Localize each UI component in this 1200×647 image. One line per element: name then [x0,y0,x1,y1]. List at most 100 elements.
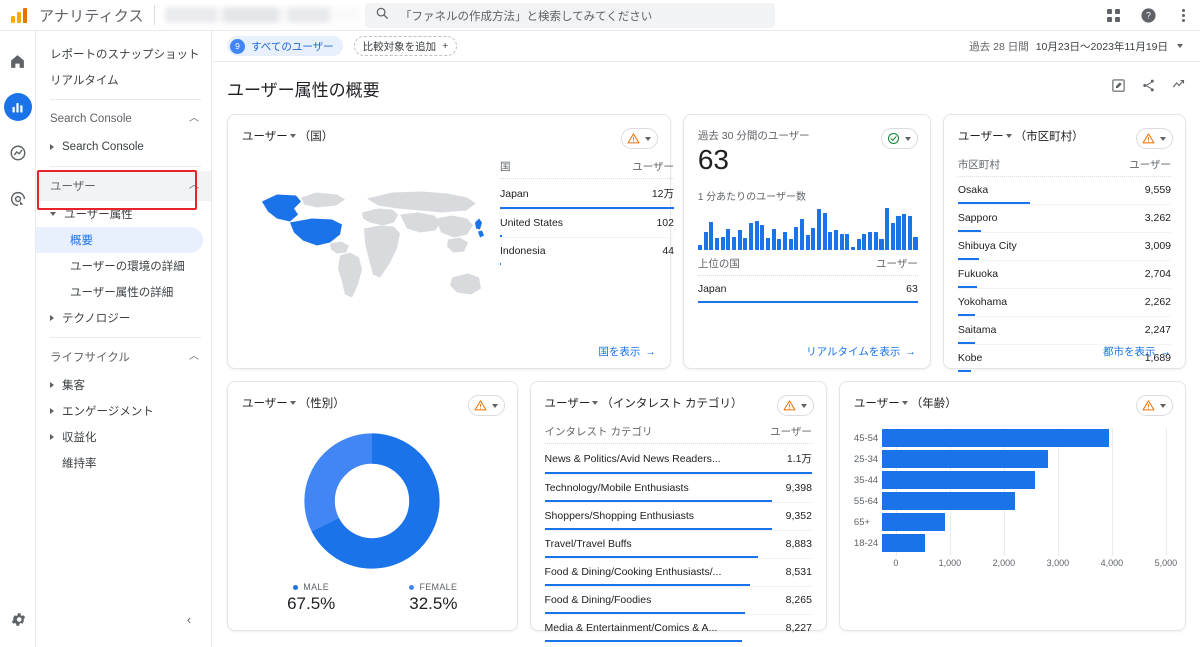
home-icon[interactable] [4,47,32,75]
insights-icon[interactable] [1171,78,1186,98]
legend-color-swatch [293,584,299,590]
sidebar-item-retention[interactable]: 維持率 [36,450,211,476]
advertising-icon[interactable] [4,185,32,213]
card-title: ユーザー （年齢） [854,395,957,411]
table-header: 上位の国 ユーザー [697,256,918,277]
chevron-right-icon [50,434,54,440]
data-quality-badge[interactable] [880,128,918,149]
age-bar-row[interactable]: 55-64 [840,491,1185,511]
sidebar-item-user-demographics[interactable]: ユーザー属性 [36,201,211,227]
age-category-label: 25-34 [853,453,879,465]
sidebar-section-user[interactable]: ユーザー ︿ [36,171,211,201]
metric-selector[interactable]: ユーザー [958,131,1004,143]
table-row[interactable]: News & Politics/Avid News Readers... 1.1万 [544,444,812,475]
sparkline-bar [771,229,776,251]
table-row[interactable]: Food & Dining/Foodies 8,265 [544,587,812,615]
axis-tick-label: 2,000 [992,558,1016,568]
brand-title: アナリティクス [39,7,144,25]
table-row[interactable]: Japan 12万 [500,179,674,210]
row-bar [957,258,980,260]
data-quality-badge[interactable] [776,395,814,416]
table-row[interactable]: Osaka 9,559 [957,177,1171,205]
table-row[interactable]: Shibuya City 3,009 [957,233,1171,261]
explore-icon[interactable] [4,139,32,167]
age-bar-row[interactable]: 25-34 [840,449,1185,469]
table-row[interactable]: Indonesia 44 [500,238,674,265]
sidebar-item-acquisition[interactable]: 集客 [36,372,211,398]
sparkline-bar [760,225,765,251]
data-quality-badge[interactable] [620,128,658,149]
age-bar-row[interactable]: 45-54 [840,428,1185,448]
axis-tick-label: 4,000 [1100,558,1124,568]
help-icon[interactable]: ? [1137,5,1159,27]
sparkline-bar [845,234,850,251]
sidebar-item-monetization[interactable]: 収益化 [36,424,211,450]
search-bar[interactable]: 「ファネルの作成方法」と検索してみてください [365,3,775,28]
account-property-selector[interactable] [164,7,361,23]
apps-grid-icon[interactable] [1102,5,1124,27]
all-users-chip[interactable]: 9 すべてのユーザー [227,36,343,56]
customize-report-icon[interactable] [1111,78,1126,98]
age-bar-row[interactable]: 18-24 [840,533,1185,553]
top-bar-actions: ? [1102,0,1194,31]
metric-selector[interactable]: ユーザー [242,398,288,410]
table-row[interactable]: United States 102 [500,210,674,238]
dimension-label: （市区町村） [1014,131,1084,143]
data-quality-badge[interactable] [1136,128,1173,149]
table-row[interactable]: Travel/Travel Buffs 8,883 [544,531,812,559]
reports-icon[interactable] [3,93,32,121]
table-row[interactable]: Saitama 2,247 [957,317,1171,345]
add-comparison-button[interactable]: 比較対象を追加 + [353,36,458,56]
sidebar-section-label: ライフサイクル [50,352,130,364]
sidebar-item-technology[interactable]: テクノロジー [36,305,211,331]
collapse-sidebar-button[interactable]: ‹ [177,607,201,631]
sidebar-item-user-environment-detail[interactable]: ユーザーの環境の詳細 [36,253,211,279]
table-row[interactable]: Fukuoka 2,704 [957,261,1171,289]
sidebar-item-overview[interactable]: 概要 [36,227,203,253]
table-row[interactable]: Technology/Mobile Enthusiasts 9,398 [544,475,812,503]
age-bar-chart[interactable]: 45-54 25-34 35-44 55-64 65+ 18-24 [840,428,1185,556]
metric-selector[interactable]: ユーザー [545,398,591,410]
age-bar-row[interactable]: 35-44 [840,470,1185,490]
card-header: ユーザー （性別） [228,382,517,416]
table-row[interactable]: Media & Entertainment/Comics & A... 8,227 [544,615,812,642]
data-quality-badge[interactable] [467,395,505,416]
date-range-picker[interactable]: 過去 28 日間 10月23日〜2023年11月19日 [969,39,1186,54]
row-label: Fukuoka [957,268,999,280]
sidebar-item-label: 概要 [70,235,93,247]
sidebar-item-label: 集客 [62,380,85,392]
table-row[interactable]: Sapporo 3,262 [957,205,1171,233]
chevron-right-icon [50,408,54,414]
sidebar-section-search-console[interactable]: Search Console ︿ [36,104,211,134]
age-bar-row[interactable]: 65+ [840,512,1185,532]
chevron-down-icon [1005,134,1012,139]
metric-selector[interactable]: ユーザー [242,131,288,143]
gear-icon[interactable] [4,605,32,633]
more-vert-icon[interactable] [1172,5,1194,27]
sparkline-bar [737,230,742,251]
sidebar-item-engagement[interactable]: エンゲージメント [36,398,211,424]
view-realtime-link[interactable]: リアルタイムを表示 → [806,344,916,359]
sidebar-item-demographic-details[interactable]: ユーザー属性の詳細 [36,279,211,305]
row-bar [957,202,1031,204]
sidebar-nav: レポートのスナップショット リアルタイム Search Console ︿ Se… [36,31,212,647]
share-icon[interactable] [1141,78,1156,98]
view-cities-link[interactable]: 都市を表示 → [1103,344,1171,359]
metric-selector[interactable]: ユーザー [854,398,900,410]
table-row[interactable]: Japan 63 [697,276,918,304]
table-row[interactable]: Shoppers/Shopping Enthusiasts 9,352 [544,503,812,531]
sidebar-section-lifecycle[interactable]: ライフサイクル ︿ [36,342,211,372]
data-quality-badge[interactable] [1136,395,1173,416]
world-map[interactable] [242,159,492,324]
age-bar [881,429,1109,447]
gender-donut-chart[interactable] [228,430,517,572]
sidebar-item-realtime[interactable]: リアルタイム [36,67,211,93]
table-row[interactable]: Food & Dining/Cooking Enthusiasts/... 8,5… [544,559,812,587]
sidebar-item-reports-snapshot[interactable]: レポートのスナップショット [36,41,211,67]
sidebar-item-label: テクノロジー [62,313,131,325]
table-row[interactable]: Yokohama 2,262 [957,289,1171,317]
view-countries-link[interactable]: 国を表示 → [598,344,656,359]
chevron-right-icon [50,315,54,321]
sidebar-item-search-console[interactable]: Search Console [36,134,211,160]
chevron-down-icon [1160,403,1166,408]
